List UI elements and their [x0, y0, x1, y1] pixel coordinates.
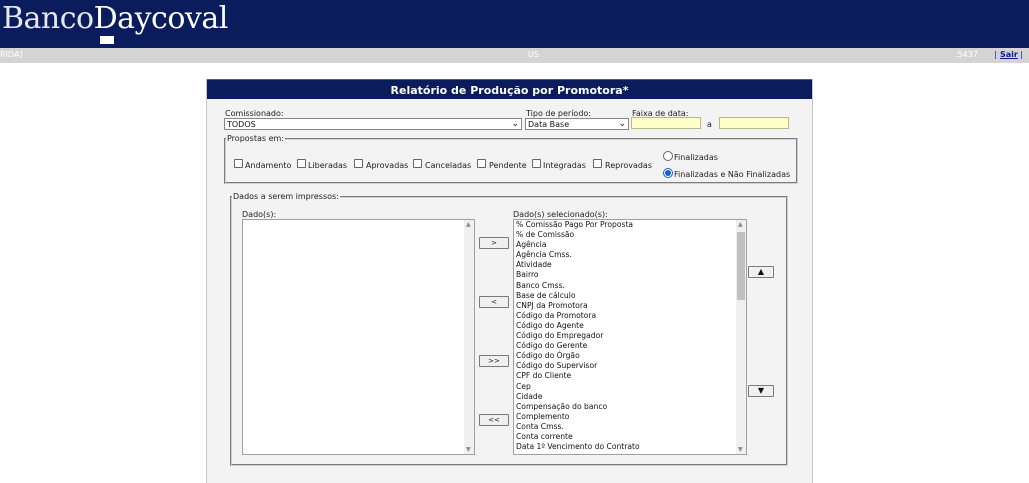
date-end-input[interactable]: [719, 117, 789, 129]
checkbox-integradas[interactable]: [532, 159, 541, 168]
checkbox-label-pendente: Pendente: [489, 161, 527, 170]
checkbox-label-reprovadas: Reprovadas: [605, 161, 652, 170]
logout-link[interactable]: Sair: [1000, 50, 1018, 59]
chevron-down-icon: ⌄: [511, 119, 519, 129]
list-item[interactable]: Compensação do banco: [514, 402, 746, 412]
radio-finalizadas[interactable]: [663, 151, 673, 161]
logo-mark-icon: [100, 36, 114, 44]
checkbox-label-canceladas: Canceladas: [425, 161, 472, 170]
list-item[interactable]: Data 1º Vencimento do Contrato: [514, 442, 746, 452]
list-item[interactable]: Complemento: [514, 412, 746, 422]
list-item[interactable]: Conta corrente: [514, 432, 746, 442]
radio-label-finalizadas-nao-finalizadas: Finalizadas e Não Finalizadas: [674, 170, 791, 179]
propostas-legend: Propostas em:: [226, 134, 285, 143]
available-fields-list[interactable]: ▲ ▼: [242, 219, 475, 455]
list-item[interactable]: % Comissão Pago Por Proposta: [514, 220, 746, 230]
date-range-separator: a: [707, 120, 712, 129]
comissionado-select[interactable]: TODOS ⌄: [224, 118, 522, 130]
move-down-button[interactable]: ▼: [748, 385, 774, 397]
checkbox-reprovadas[interactable]: [593, 159, 602, 168]
separator-icon: |: [994, 50, 997, 59]
list-item[interactable]: Conta Cmss.: [514, 422, 746, 432]
checkbox-label-liberadas: Liberadas: [308, 161, 348, 170]
logo-text-daycoval: Daycoval: [93, 1, 229, 36]
tipo-periodo-label: Tipo de período:: [526, 109, 591, 118]
list-item[interactable]: Bairro: [514, 270, 746, 280]
remove-one-button[interactable]: <: [479, 296, 509, 308]
checkbox-label-integradas: Integradas: [543, 161, 586, 170]
list-item[interactable]: Código do Supervisor: [514, 361, 746, 371]
list-item[interactable]: Cidade: [514, 392, 746, 402]
user-info-bar: RIDA] US .5437 | Sair |: [0, 48, 1029, 63]
comissionado-value: TODOS: [227, 120, 256, 129]
list-item[interactable]: Código do Agente: [514, 321, 746, 331]
tipo-periodo-select[interactable]: Data Base ⌄: [525, 118, 629, 130]
list-item[interactable]: Cep: [514, 382, 746, 392]
date-start-input[interactable]: [631, 117, 701, 129]
selected-list-scrollbar[interactable]: ▲ ▼: [736, 220, 746, 454]
checkbox-canceladas[interactable]: [413, 159, 422, 168]
tipo-periodo-value: Data Base: [528, 120, 570, 129]
list-item[interactable]: Código do Órgão: [514, 351, 746, 361]
scroll-up-icon[interactable]: ▲: [738, 221, 743, 228]
list-item[interactable]: CPF do Cliente: [514, 371, 746, 381]
list-item[interactable]: Código da Promotora: [514, 311, 746, 321]
info-user-text: US: [528, 50, 539, 59]
comissionado-label: Comissionado:: [225, 109, 284, 118]
selected-fields-list[interactable]: % Comissão Pago Por Proposta % de Comiss…: [513, 219, 747, 455]
list-item[interactable]: Banco Cmss.: [514, 281, 746, 291]
scrollbar-thumb[interactable]: [737, 232, 745, 300]
move-up-button[interactable]: ▲: [748, 266, 774, 278]
list-item[interactable]: Código do Empregador: [514, 331, 746, 341]
available-list-label: Dado(s):: [242, 210, 277, 219]
list-item[interactable]: Atividade: [514, 260, 746, 270]
logo-text-banco: Banco: [2, 1, 94, 36]
bank-logo: BancoDaycoval: [2, 1, 228, 36]
selected-list-label: Dado(s) selecionado(s):: [513, 210, 608, 219]
remove-all-button[interactable]: <<: [479, 414, 509, 426]
list-item[interactable]: Base de cálculo: [514, 291, 746, 301]
add-all-button[interactable]: >>: [479, 355, 509, 367]
dados-legend: Dados a serem impressos:: [232, 192, 340, 201]
add-one-button[interactable]: >: [479, 237, 509, 249]
top-banner: BancoDaycoval: [0, 0, 1029, 48]
info-session-text: .5437: [955, 50, 978, 59]
chevron-down-icon: ⌄: [618, 119, 626, 129]
list-item[interactable]: Código do Gerente: [514, 341, 746, 351]
available-list-scrollbar[interactable]: ▲ ▼: [464, 220, 474, 454]
selected-items-container: % Comissão Pago Por Proposta % de Comiss…: [514, 220, 746, 452]
separator-icon: |: [1020, 50, 1023, 59]
checkbox-andamento[interactable]: [234, 159, 243, 168]
checkbox-aprovadas[interactable]: [354, 159, 363, 168]
checkbox-label-andamento: Andamento: [245, 161, 292, 170]
scroll-down-icon[interactable]: ▼: [466, 446, 471, 453]
report-panel: Relatório de Produção por Promotora* Com…: [206, 79, 813, 483]
list-item[interactable]: Agência: [514, 240, 746, 250]
page-title: Relatório de Produção por Promotora*: [207, 79, 812, 99]
scroll-down-icon[interactable]: ▼: [738, 446, 743, 453]
list-item[interactable]: Agência Cmss.: [514, 250, 746, 260]
list-item[interactable]: CNPJ da Promotora: [514, 301, 746, 311]
info-left-text: RIDA]: [0, 50, 23, 59]
scroll-up-icon[interactable]: ▲: [466, 221, 471, 228]
checkbox-pendente[interactable]: [477, 159, 486, 168]
radio-finalizadas-nao-finalizadas[interactable]: [663, 168, 673, 178]
radio-label-finalizadas: Finalizadas: [674, 153, 718, 162]
checkbox-liberadas[interactable]: [297, 159, 306, 168]
list-item[interactable]: % de Comissão: [514, 230, 746, 240]
checkbox-label-aprovadas: Aprovadas: [366, 161, 409, 170]
